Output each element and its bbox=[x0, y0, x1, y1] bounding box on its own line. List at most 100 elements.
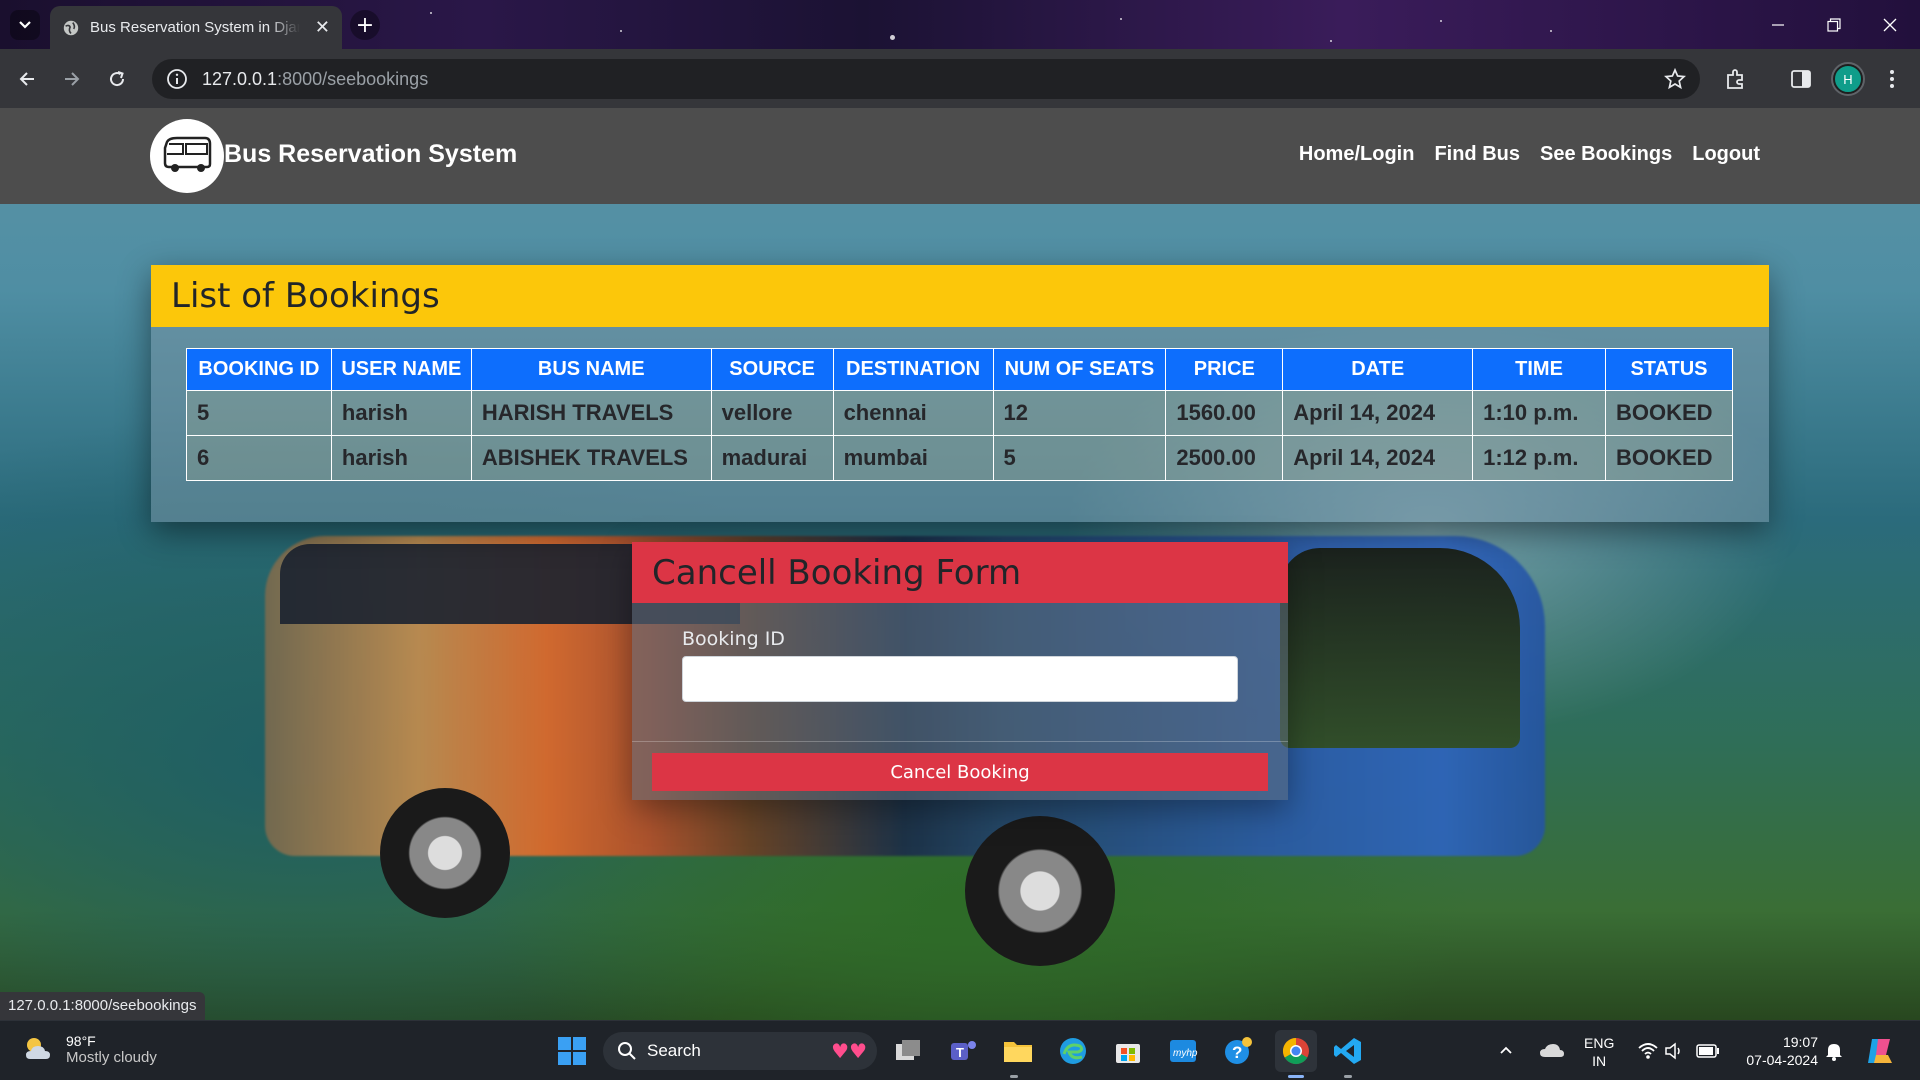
booking-id-input[interactable] bbox=[682, 656, 1238, 702]
svg-text:myhp: myhp bbox=[1173, 1048, 1198, 1059]
tab-search-button[interactable] bbox=[10, 10, 40, 40]
bookings-table: BOOKING ID USER NAME BUS NAME SOURCE DES… bbox=[186, 348, 1734, 481]
vscode-button[interactable] bbox=[1330, 1033, 1366, 1069]
background-star bbox=[890, 35, 895, 40]
link-status-bubble: 127.0.0.1:8000/seebookings bbox=[0, 992, 205, 1020]
new-tab-button[interactable]: + bbox=[350, 10, 380, 40]
help-icon: ? bbox=[1225, 1037, 1252, 1064]
folder-icon bbox=[1004, 1042, 1032, 1062]
minimize-icon bbox=[1772, 23, 1784, 26]
url-host: 127.0.0.1 bbox=[202, 68, 278, 89]
start-button[interactable] bbox=[554, 1033, 590, 1069]
notifications-button[interactable] bbox=[1822, 1033, 1846, 1069]
table-cell: harish bbox=[330, 435, 472, 481]
booking-id-label: Booking ID bbox=[682, 628, 785, 650]
browser-menu-button[interactable] bbox=[1878, 65, 1906, 93]
reload-button[interactable] bbox=[101, 63, 133, 95]
weather-temp: 98°F bbox=[66, 1032, 96, 1049]
brand-title[interactable]: Bus Reservation System bbox=[224, 140, 517, 169]
nav-link-home-login[interactable]: Home/Login bbox=[1299, 143, 1415, 166]
web-page: Bus Reservation System Home/Login Find B… bbox=[0, 108, 1920, 1020]
chrome-icon bbox=[1282, 1037, 1309, 1065]
store-button[interactable] bbox=[1110, 1033, 1146, 1069]
show-hidden-icons-button[interactable] bbox=[1494, 1033, 1518, 1069]
myhp-button[interactable]: myhp bbox=[1165, 1033, 1201, 1069]
close-window-button[interactable] bbox=[1862, 0, 1918, 49]
side-panel-icon bbox=[1791, 70, 1811, 88]
column-header: TIME bbox=[1472, 348, 1606, 391]
myhp-icon: myhp bbox=[1170, 1040, 1198, 1062]
tab-title: Bus Reservation System in Django bbox=[90, 19, 300, 36]
background-star bbox=[1330, 40, 1332, 42]
address-bar[interactable]: 127.0.0.1:8000/seebookings bbox=[152, 59, 1700, 99]
copilot-button[interactable] bbox=[1862, 1033, 1898, 1069]
windows-logo-icon bbox=[558, 1037, 586, 1065]
clock[interactable]: 19:07 07-04-2024 bbox=[1738, 1033, 1818, 1069]
running-indicator bbox=[1344, 1075, 1352, 1078]
restore-button[interactable] bbox=[1806, 0, 1862, 49]
teams-button[interactable]: T bbox=[945, 1033, 981, 1069]
restore-icon bbox=[1827, 17, 1841, 32]
edge-button[interactable] bbox=[1055, 1033, 1091, 1069]
table-header-row: BOOKING ID USER NAME BUS NAME SOURCE DES… bbox=[186, 348, 1734, 391]
nav-link-find-bus[interactable]: Find Bus bbox=[1434, 143, 1520, 166]
forward-button[interactable] bbox=[56, 63, 88, 95]
nav-link-logout[interactable]: Logout bbox=[1692, 143, 1760, 166]
onedrive-button[interactable] bbox=[1536, 1033, 1568, 1069]
help-button[interactable]: ? bbox=[1220, 1033, 1256, 1069]
column-header: SOURCE bbox=[710, 348, 834, 391]
profile-avatar[interactable]: H bbox=[1831, 62, 1865, 96]
column-header: NUM OF SEATS bbox=[992, 348, 1167, 391]
search-highlight-hearts-icon: ♥♥ bbox=[831, 1039, 867, 1063]
bookings-header: List of Bookings bbox=[151, 265, 1769, 327]
nav-link-see-bookings[interactable]: See Bookings bbox=[1540, 143, 1672, 166]
background-bus-wheel bbox=[380, 788, 510, 918]
back-button[interactable] bbox=[11, 63, 43, 95]
arrow-right-icon bbox=[65, 72, 80, 86]
extensions-button[interactable] bbox=[1722, 65, 1750, 93]
column-header: PRICE bbox=[1165, 348, 1284, 391]
region-code: IN bbox=[1592, 1053, 1607, 1069]
clock-time: 19:07 bbox=[1782, 1034, 1818, 1050]
chrome-button[interactable] bbox=[1275, 1030, 1317, 1072]
active-app-indicator bbox=[1288, 1075, 1304, 1078]
file-explorer-button[interactable] bbox=[1000, 1033, 1036, 1069]
battery-icon bbox=[1696, 1044, 1719, 1058]
star-icon[interactable] bbox=[1664, 68, 1686, 90]
table-cell: madurai bbox=[710, 435, 834, 481]
table-cell: 1:12 p.m. bbox=[1472, 435, 1606, 481]
table-cell: 6 bbox=[186, 435, 332, 481]
wifi-button[interactable] bbox=[1636, 1033, 1660, 1069]
weather-widget[interactable]: 98°F Mostly cloudy bbox=[20, 1031, 157, 1067]
table-cell: 12 bbox=[992, 390, 1167, 436]
taskbar-search[interactable]: Search ♥♥ bbox=[603, 1032, 877, 1070]
cancel-form-header: Cancell Booking Form bbox=[632, 542, 1288, 603]
table-cell: April 14, 2024 bbox=[1282, 390, 1474, 436]
browser-tabstrip: Bus Reservation System in Django ✕ + bbox=[0, 0, 1920, 49]
arrow-left-icon bbox=[19, 72, 34, 86]
info-icon[interactable] bbox=[166, 68, 188, 90]
background-star bbox=[1550, 30, 1552, 32]
table-cell: harish bbox=[330, 390, 472, 436]
volume-button[interactable] bbox=[1662, 1033, 1686, 1069]
browser-tab-active[interactable]: Bus Reservation System in Django ✕ bbox=[50, 6, 342, 49]
side-panel-button[interactable] bbox=[1787, 65, 1815, 93]
store-icon bbox=[1116, 1044, 1140, 1063]
table-cell: mumbai bbox=[832, 435, 994, 481]
weather-condition: Mostly cloudy bbox=[66, 1048, 157, 1066]
language-indicator[interactable]: ENG IN bbox=[1584, 1034, 1614, 1070]
vscode-icon bbox=[1334, 1038, 1361, 1064]
column-header: DATE bbox=[1282, 348, 1474, 391]
tab-close-icon[interactable]: ✕ bbox=[315, 17, 330, 38]
table-row: 5 harish HARISH TRAVELS vellore chennai … bbox=[186, 390, 1734, 436]
bus-logo-icon[interactable] bbox=[150, 119, 224, 193]
browser-toolbar: 127.0.0.1:8000/seebookings H bbox=[0, 49, 1920, 108]
cancel-booking-button[interactable]: Cancel Booking bbox=[652, 753, 1268, 791]
reload-icon bbox=[110, 71, 125, 87]
bookings-title: List of Bookings bbox=[171, 276, 440, 316]
column-header: STATUS bbox=[1604, 348, 1734, 391]
running-indicator bbox=[1010, 1075, 1018, 1078]
battery-button[interactable] bbox=[1694, 1033, 1722, 1069]
task-view-button[interactable] bbox=[890, 1033, 926, 1069]
minimize-button[interactable] bbox=[1750, 0, 1806, 49]
